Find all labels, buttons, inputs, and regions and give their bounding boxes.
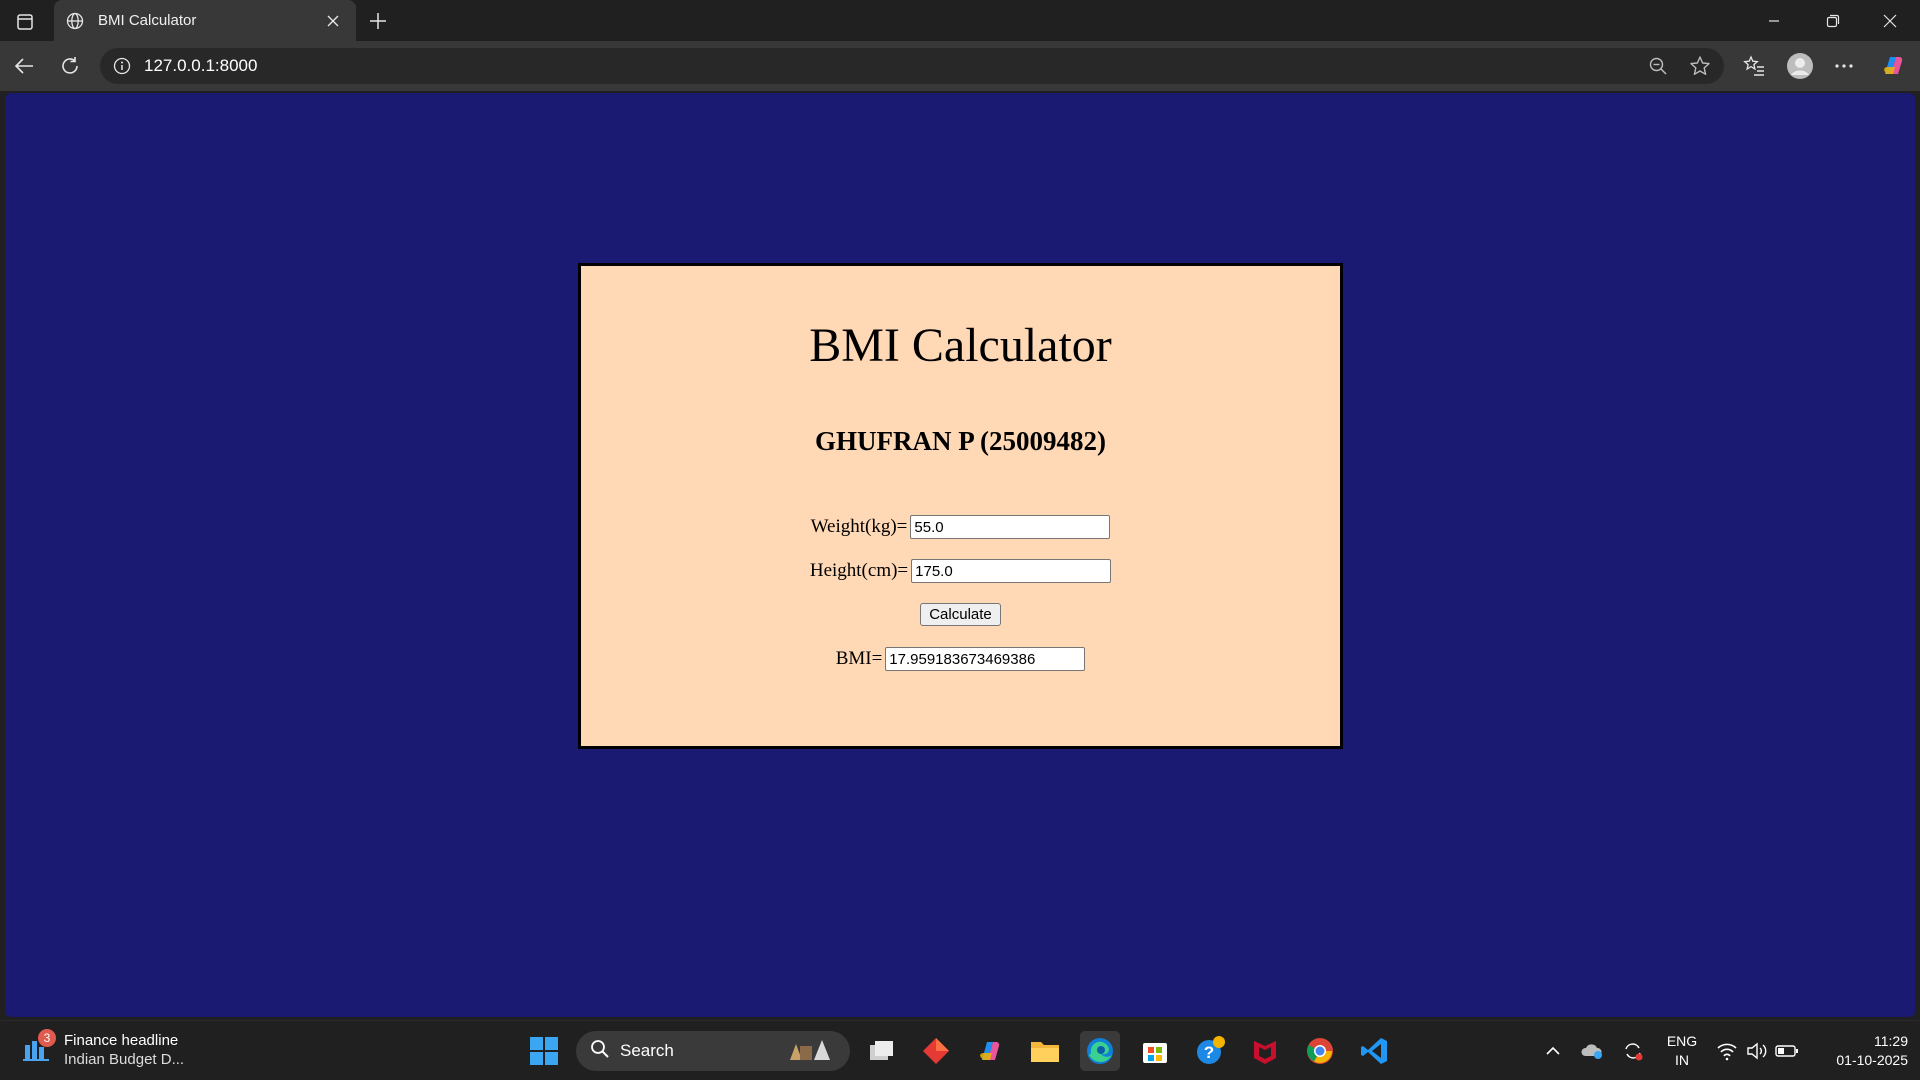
search-icon [590,1039,610,1064]
favorites-icon[interactable] [1738,50,1770,82]
copilot-app-icon[interactable] [971,1031,1011,1071]
browser-tab[interactable]: BMI Calculator [54,0,356,41]
task-view-icon[interactable] [861,1031,901,1071]
svg-text:?: ? [1204,1043,1214,1062]
vscode-icon[interactable] [1355,1031,1395,1071]
bmi-label: BMI= [835,648,883,669]
close-tab-icon[interactable] [322,10,344,32]
edge-browser-icon[interactable] [1080,1031,1120,1071]
new-tab-button[interactable] [364,7,392,35]
address-bar[interactable]: 127.0.0.1:8000 [100,48,1724,84]
height-label: Height(cm)= [809,560,909,581]
calculate-button[interactable]: Calculate [920,603,1001,626]
region-text: IN [1675,1052,1689,1068]
clock[interactable]: 11:29 01-10-2025 [1812,1032,1908,1070]
site-info-icon[interactable] [112,56,132,76]
weight-input[interactable] [910,515,1111,539]
news-subtitle: Indian Budget D... [64,1051,185,1068]
page-title: BMI Calculator [809,319,1112,372]
favorite-star-icon[interactable] [1688,54,1712,78]
search-highlight-icon [786,1036,838,1067]
student-name-heading: GHUFRAN P (25009482) [815,426,1106,456]
search-label: Search [620,1041,674,1060]
taskbar: 3 Finance headline Indian Budget D... Se… [0,1020,1920,1080]
tab-bar: BMI Calculator [0,0,1920,41]
weight-label: Weight(kg)= [810,516,908,537]
restore-button[interactable] [1805,0,1861,41]
file-explorer-icon[interactable] [1025,1031,1065,1071]
copilot-icon[interactable] [1877,50,1909,82]
bmi-output[interactable] [885,647,1086,671]
minimize-button[interactable] [1746,0,1802,41]
volume-icon[interactable] [1745,1039,1769,1063]
taskbar-search[interactable]: Search [576,1031,850,1071]
news-badge: 3 [38,1029,56,1047]
browser-toolbar: 127.0.0.1:8000 [0,41,1920,91]
tab-title: BMI Calculator [98,12,197,29]
zoom-out-icon[interactable] [1646,54,1670,78]
microsoft-store-icon[interactable] [1135,1031,1175,1071]
help-icon[interactable]: ? [1190,1031,1230,1071]
show-hidden-icons[interactable] [1541,1039,1565,1063]
start-windows-icon[interactable] [524,1031,564,1071]
sync-icon[interactable] [1621,1039,1645,1063]
weight-row: Weight(kg)= [581,515,1340,539]
calculate-row: Calculate [581,603,1340,626]
news-title: Finance headline [64,1032,179,1049]
height-input[interactable] [911,559,1112,583]
back-icon[interactable] [8,50,40,82]
red-app-icon[interactable] [916,1031,956,1071]
profile-avatar-icon[interactable] [1784,50,1816,82]
clock-date: 01-10-2025 [1836,1052,1908,1068]
news-widget-icon: 3 [22,1029,56,1065]
battery-icon[interactable] [1775,1039,1799,1063]
globe-icon [66,12,84,30]
close-window-button[interactable] [1862,0,1918,41]
url-text: 127.0.0.1:8000 [144,56,258,75]
onedrive-icon[interactable] [1580,1039,1604,1063]
mcafee-icon[interactable] [1245,1031,1285,1071]
wifi-icon[interactable] [1715,1039,1739,1063]
bmi-row: BMI= [581,647,1340,671]
height-row: Height(cm)= [581,559,1340,583]
news-widget[interactable]: 3 Finance headline Indian Budget D... [22,1029,185,1069]
page-viewport: BMI Calculator GHUFRAN P (25009482) Weig… [5,93,1915,1017]
more-options-icon[interactable] [1828,50,1860,82]
language-text: ENG [1666,1033,1698,1049]
clock-time: 11:29 [1874,1033,1908,1049]
tab-actions-icon[interactable] [10,10,40,34]
chrome-icon[interactable] [1300,1031,1340,1071]
bmi-calculator-card: BMI Calculator GHUFRAN P (25009482) Weig… [578,263,1343,749]
refresh-icon[interactable] [54,50,86,82]
language-indicator[interactable]: ENG IN [1662,1032,1702,1070]
